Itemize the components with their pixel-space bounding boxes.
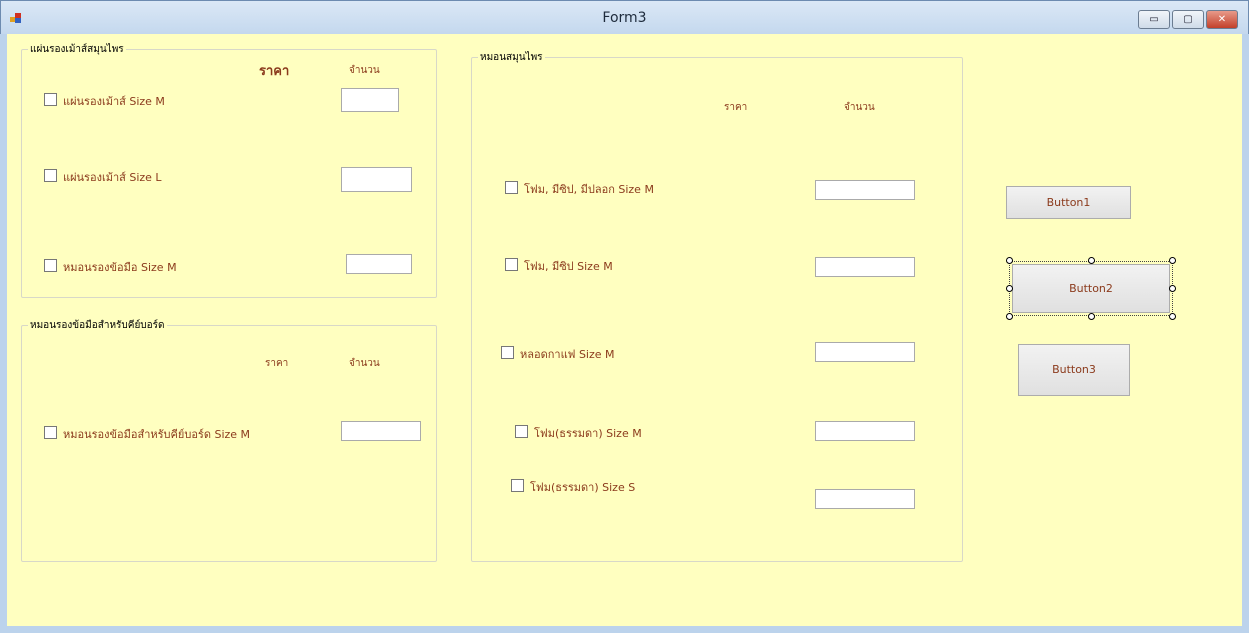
form-client-area: แผ่นรองเม้าส์สมุนไพร ราคา จำนวน แผ่นรองเ…	[7, 34, 1242, 626]
checkbox-foam-plain-s[interactable]	[511, 479, 524, 492]
window-title: Form3	[602, 10, 647, 26]
title-bar: Form3 ▭ ▢ ✕	[0, 0, 1249, 34]
checkbox-wrist-pillow-m[interactable]	[44, 259, 57, 272]
checkbox-label: โฟม, มีซิป Size M	[524, 260, 613, 273]
checkbox-straw-m[interactable]	[501, 346, 514, 359]
checkbox-keyboard-wrist-pillow-m[interactable]	[44, 426, 57, 439]
qty-input-wrist-pillow-m[interactable]	[346, 254, 412, 274]
checkbox-label: หมอนรองข้อมือสำหรับคีย์บอร์ด Size M	[63, 428, 251, 441]
checkbox-label: โฟม, มีซิป, มีปลอก Size M	[524, 183, 654, 196]
checkbox-label: หมอนรองข้อมือ Size M	[63, 261, 177, 274]
qty-input-straw-m[interactable]	[815, 342, 915, 362]
checkbox-mousepad-l[interactable]	[44, 169, 57, 182]
checkbox-mousepad-m[interactable]	[44, 93, 57, 106]
group-keyboard-wrist-pillow: หมอนรองข้อมือสำหรับคีย์บอร์ด ราคา จำนวน …	[21, 318, 437, 562]
checkbox-foam-zip-cover-m[interactable]	[505, 181, 518, 194]
resize-handle[interactable]	[1169, 285, 1176, 292]
group-herbal-pillow: หมอนสมุนไพร ราคา จำนวน โฟม, มีซิป, มีปลอ…	[471, 50, 963, 562]
qty-header: จำนวน	[349, 358, 380, 369]
qty-input-foam-plain-s[interactable]	[815, 489, 915, 509]
resize-handle[interactable]	[1169, 257, 1176, 264]
group-title: หมอนสมุนไพร	[478, 50, 545, 65]
resize-handle[interactable]	[1006, 313, 1013, 320]
button1[interactable]: Button1	[1006, 186, 1131, 219]
price-header: ราคา	[265, 358, 289, 369]
close-button[interactable]: ✕	[1206, 10, 1238, 29]
resize-handle[interactable]	[1006, 285, 1013, 292]
resize-handle[interactable]	[1169, 313, 1176, 320]
price-header: ราคา	[259, 64, 290, 79]
group-title: หมอนรองข้อมือสำหรับคีย์บอร์ด	[28, 318, 167, 333]
qty-input-foam-zip-m[interactable]	[815, 257, 915, 277]
group-mousepad: แผ่นรองเม้าส์สมุนไพร ราคา จำนวน แผ่นรองเ…	[21, 42, 437, 298]
price-header: ราคา	[724, 102, 748, 113]
qty-input-mousepad-l[interactable]	[341, 167, 412, 192]
button3[interactable]: Button3	[1018, 344, 1130, 396]
qty-input-foam-zip-cover-m[interactable]	[815, 180, 915, 200]
resize-handle[interactable]	[1088, 257, 1095, 264]
group-title: แผ่นรองเม้าส์สมุนไพร	[28, 42, 126, 57]
checkbox-label: โฟม(ธรรมดา) Size M	[534, 427, 642, 440]
qty-header: จำนวน	[844, 102, 875, 113]
checkbox-label: แผ่นรองเม้าส์ Size M	[63, 95, 165, 108]
button2[interactable]: Button2	[1012, 264, 1170, 313]
restore-button[interactable]: ▢	[1172, 10, 1204, 29]
checkbox-label: หลอดกาแฟ Size M	[520, 348, 615, 361]
minimize-button[interactable]: ▭	[1138, 10, 1170, 29]
checkbox-label: แผ่นรองเม้าส์ Size L	[63, 171, 162, 184]
qty-input-foam-plain-m[interactable]	[815, 421, 915, 441]
qty-input-mousepad-m[interactable]	[341, 88, 399, 112]
qty-input-keyboard-wrist-pillow-m[interactable]	[341, 421, 421, 441]
qty-header: จำนวน	[349, 65, 380, 76]
checkbox-foam-plain-m[interactable]	[515, 425, 528, 438]
resize-handle[interactable]	[1006, 257, 1013, 264]
checkbox-label: โฟม(ธรรมดา) Size S	[530, 481, 636, 494]
checkbox-foam-zip-m[interactable]	[505, 258, 518, 271]
resize-handle[interactable]	[1088, 313, 1095, 320]
